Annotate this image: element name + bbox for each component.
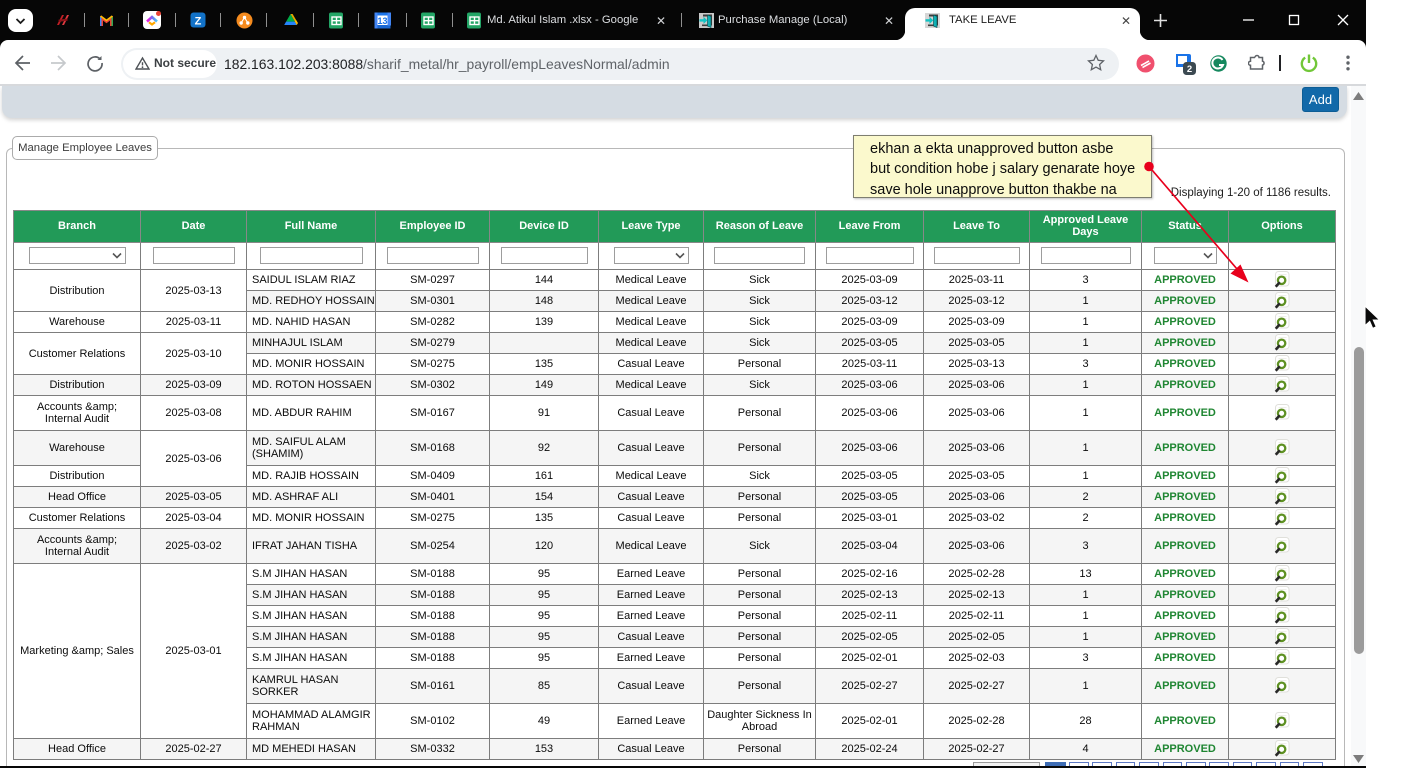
svg-text:13: 13 (377, 16, 387, 26)
svg-text:Z: Z (195, 16, 202, 28)
svg-text:2: 2 (1187, 64, 1192, 75)
